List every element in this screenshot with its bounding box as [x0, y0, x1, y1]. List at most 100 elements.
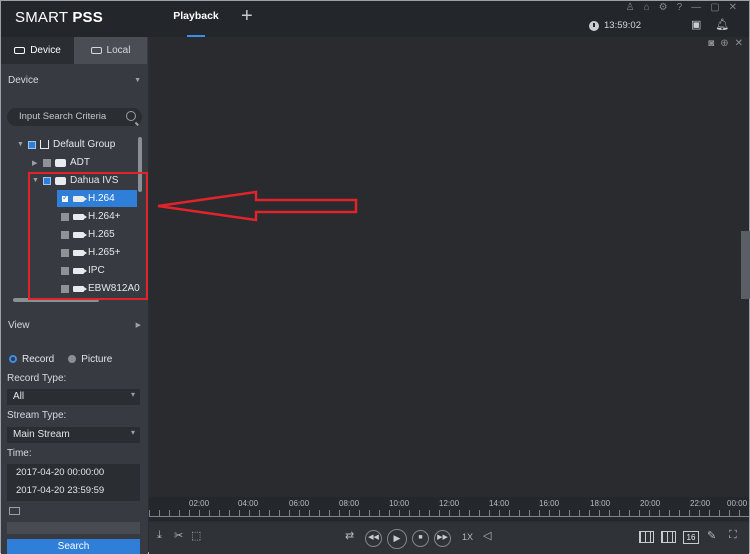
sync-icon[interactable]: ⇄ — [345, 529, 354, 542]
brand-name: SMART — [15, 9, 73, 26]
layout-16-icon[interactable]: 16 — [683, 531, 699, 544]
chevron-down-icon: ▾ — [130, 428, 135, 437]
fast-forward-icon[interactable]: ▶▶ — [434, 530, 451, 547]
tray-icons: ▣ 🔔︎ — [691, 18, 729, 31]
device-icon — [14, 47, 26, 54]
record-type-select[interactable]: All ▾ — [7, 389, 140, 405]
playback-toolbar: ⤓ ✂ ⬚ ⇄ ◀◀ ▶ ■ ▶▶ 1X ◁ 16 ✎ ⛶ — [149, 523, 749, 554]
left-panel: Device Local Device ▼ Input Search Crite… — [1, 37, 148, 554]
view-section-header[interactable]: View ▶ — [1, 315, 148, 335]
tree-node-default-group[interactable]: ▼ Default Group — [17, 136, 115, 153]
annotation-arrow-shape — [157, 190, 358, 222]
tab-playback-label: Playback — [173, 10, 219, 22]
chevron-down-icon: ▼ — [134, 76, 141, 84]
rewind-icon[interactable]: ◀◀ — [365, 530, 382, 547]
snapshot-icon[interactable]: ◙ — [708, 38, 714, 49]
view-section-title: View — [8, 319, 30, 331]
record-mode-radios: Record Picture — [9, 354, 112, 365]
video-toolbar: ◙ ⊕ ✕ — [708, 38, 743, 49]
checkbox[interactable] — [43, 158, 51, 167]
checkbox[interactable] — [28, 140, 36, 149]
timeline-label: 00:00 — [727, 499, 748, 508]
time-end[interactable]: 2017-04-20 23:59:59 — [7, 482, 140, 500]
timeline-label: 04:00 — [238, 499, 259, 508]
window-controls: ♙ ⌂ ⚙ ? — ▢ ✕ — [626, 2, 737, 13]
maximize-icon[interactable]: ▢ — [710, 2, 719, 13]
chevron-down-icon: ▾ — [130, 390, 135, 399]
search-input[interactable]: Input Search Criteria — [7, 108, 142, 126]
side-panel-handle[interactable] — [741, 231, 750, 299]
time-start[interactable]: 2017-04-20 00:00:00 — [7, 464, 140, 482]
stream-type-select[interactable]: Main Stream ▾ — [7, 427, 140, 443]
edit-icon[interactable]: ✎ — [707, 529, 716, 542]
radio-picture[interactable]: Picture — [68, 354, 112, 365]
volume-icon[interactable]: ◁ — [483, 529, 491, 542]
clock-time: 13:59:02 — [604, 20, 641, 31]
close-icon[interactable]: ✕ — [729, 2, 737, 13]
clock-icon — [589, 20, 599, 31]
help-icon[interactable]: ? — [677, 2, 683, 13]
monitor-icon — [90, 47, 102, 54]
search-icon[interactable] — [126, 111, 136, 121]
layout-4-icon[interactable] — [639, 531, 654, 543]
chevron-right-icon: ▶ — [135, 322, 141, 329]
device-icon — [55, 158, 66, 167]
device-section-header[interactable]: Device ▼ — [1, 70, 148, 90]
download-icon[interactable]: ⤓ — [157, 529, 162, 542]
radio-record[interactable]: Record — [9, 354, 54, 365]
frame-icon[interactable]: ⬚ — [191, 529, 201, 542]
fullscreen-icon[interactable]: ⛶ — [729, 529, 737, 542]
user-icon[interactable]: ♙ — [626, 2, 635, 13]
expand-arrow-icon[interactable]: ▼ — [17, 141, 24, 148]
timeline-label: 08:00 — [339, 499, 360, 508]
bell-icon[interactable]: 🔔︎ — [715, 18, 729, 31]
tab-local-label: Local — [106, 45, 131, 56]
record-type-label: Record Type: — [7, 373, 67, 384]
left-tabs: Device Local — [1, 37, 148, 64]
speed-label[interactable]: 1X — [462, 532, 473, 542]
tree-node-label: ADT — [70, 157, 90, 168]
timeline-label: 10:00 — [389, 499, 410, 508]
title-bar: SMART PSS Playback + ♙ ⌂ ⚙ ? — ▢ ✕ 13:59… — [1, 1, 749, 37]
stream-type-value: Main Stream — [13, 429, 70, 440]
device-status-icon[interactable]: ▣ — [691, 18, 701, 31]
tab-playback[interactable]: Playback — [165, 1, 227, 37]
timeline-label: 06:00 — [289, 499, 310, 508]
zoom-icon[interactable]: ⊕ — [720, 38, 728, 49]
timeline-label: 22:00 — [690, 499, 711, 508]
timeline-label: 20:00 — [640, 499, 661, 508]
play-icon[interactable]: ▶ — [387, 529, 407, 549]
tree-node-adt[interactable]: ▶ ADT — [32, 154, 90, 171]
stream-type-label: Stream Type: — [7, 410, 67, 421]
timeline-label: 02:00 — [189, 499, 210, 508]
tab-device[interactable]: Device — [1, 37, 74, 64]
device-section-title: Device — [8, 74, 39, 86]
clip-icon[interactable]: ✂ — [174, 529, 183, 542]
record-type-value: All — [13, 391, 25, 402]
video-playback-area[interactable]: ◙ ⊕ ✕ — [149, 37, 749, 497]
tab-device-label: Device — [30, 45, 61, 56]
minimize-icon[interactable]: — — [691, 2, 701, 13]
radio-record-label: Record — [22, 354, 55, 365]
tab-local[interactable]: Local — [74, 37, 147, 64]
timeline-label: 16:00 — [539, 499, 560, 508]
tree-node-label: Default Group — [53, 139, 116, 150]
lock-icon[interactable]: ⌂ — [644, 2, 650, 13]
search-placeholder: Input Search Criteria — [19, 111, 107, 122]
timeline-labels: 02:00 04:00 06:00 08:00 10:00 12:00 14:0… — [149, 499, 749, 509]
search-button[interactable]: Search — [7, 539, 140, 554]
layout-9-icon[interactable] — [661, 531, 676, 543]
annotation-arrow — [157, 190, 358, 222]
timeline-label: 12:00 — [439, 499, 460, 508]
time-range-field[interactable]: 2017-04-20 00:00:00 2017-04-20 23:59:59 — [7, 464, 140, 501]
timeline-label: 14:00 — [489, 499, 510, 508]
timeline[interactable]: 02:00 04:00 06:00 08:00 10:00 12:00 14:0… — [149, 497, 749, 521]
clock: 13:59:02 — [589, 20, 641, 31]
gear-icon[interactable]: ⚙ — [659, 2, 668, 13]
close-icon[interactable]: ✕ — [735, 38, 743, 49]
add-tab-icon[interactable]: + — [241, 6, 253, 26]
filter-field[interactable] — [7, 522, 140, 534]
expand-arrow-icon[interactable]: ▶ — [32, 159, 39, 167]
calendar-icon[interactable] — [9, 507, 20, 515]
stop-icon[interactable]: ■ — [412, 530, 429, 547]
